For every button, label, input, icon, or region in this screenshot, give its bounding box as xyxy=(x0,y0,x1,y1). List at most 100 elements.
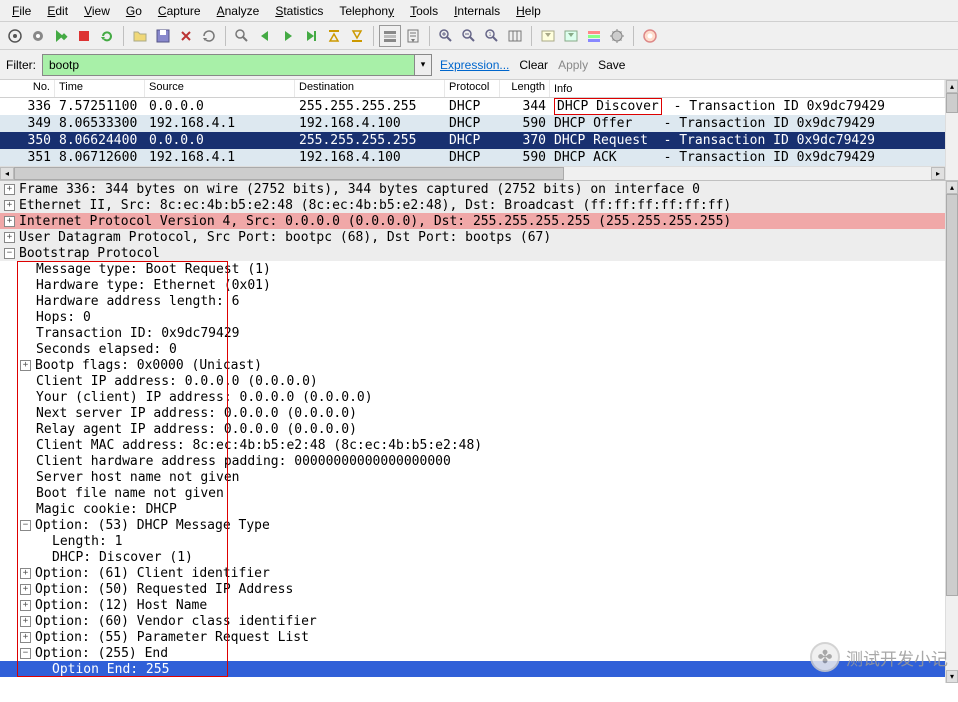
menu-internals[interactable]: Internals xyxy=(446,2,508,20)
menu-help[interactable]: Help xyxy=(508,2,549,20)
expand-icon[interactable]: + xyxy=(4,216,15,227)
col-header-info[interactable]: Info xyxy=(550,80,945,97)
expand-icon[interactable]: + xyxy=(4,184,15,195)
col-header-time[interactable]: Time xyxy=(55,80,145,97)
detail-line[interactable]: Hops: 0 xyxy=(0,309,945,325)
scroll-down-icon[interactable]: ▾ xyxy=(946,670,958,683)
stop-capture-icon[interactable] xyxy=(73,25,95,47)
zoom-out-icon[interactable] xyxy=(458,25,480,47)
menu-file[interactable]: File xyxy=(4,2,39,20)
detail-line[interactable]: Length: 1 xyxy=(0,533,945,549)
go-first-icon[interactable] xyxy=(323,25,345,47)
detail-line[interactable]: −Option: (255) End xyxy=(0,645,945,661)
coloring-rules-icon[interactable] xyxy=(583,25,605,47)
packet-row[interactable]: 3498.06533300192.168.4.1192.168.4.100DHC… xyxy=(0,115,945,132)
packet-row[interactable]: 3508.066244000.0.0.0255.255.255.255DHCP3… xyxy=(0,132,945,149)
detail-line[interactable]: −Bootstrap Protocol xyxy=(0,245,945,261)
collapse-icon[interactable]: − xyxy=(20,520,31,531)
go-last-icon[interactable] xyxy=(346,25,368,47)
close-file-icon[interactable] xyxy=(175,25,197,47)
detail-line[interactable]: Hardware address length: 6 xyxy=(0,293,945,309)
menu-capture[interactable]: Capture xyxy=(150,2,209,20)
menu-telephony[interactable]: Telephony xyxy=(331,2,402,20)
detail-line[interactable]: Relay agent IP address: 0.0.0.0 (0.0.0.0… xyxy=(0,421,945,437)
menu-view[interactable]: View xyxy=(76,2,118,20)
filter-expression-link[interactable]: Expression... xyxy=(438,58,511,72)
col-header-destination[interactable]: Destination xyxy=(295,80,445,97)
packet-list-hscroll[interactable]: ◂ ▸ xyxy=(0,166,958,180)
detail-line[interactable]: +Bootp flags: 0x0000 (Unicast) xyxy=(0,357,945,373)
filter-clear-button[interactable]: Clear xyxy=(517,58,550,72)
colorize-icon[interactable] xyxy=(379,25,401,47)
help-icon[interactable] xyxy=(639,25,661,47)
capture-filters-icon[interactable] xyxy=(537,25,559,47)
zoom-in-icon[interactable] xyxy=(435,25,457,47)
go-back-icon[interactable] xyxy=(254,25,276,47)
resize-columns-icon[interactable] xyxy=(504,25,526,47)
go-forward-icon[interactable] xyxy=(277,25,299,47)
restart-capture-icon[interactable] xyxy=(96,25,118,47)
options-icon[interactable] xyxy=(27,25,49,47)
open-file-icon[interactable] xyxy=(129,25,151,47)
reload-icon[interactable] xyxy=(198,25,220,47)
expand-icon[interactable]: + xyxy=(4,232,15,243)
expand-icon[interactable]: + xyxy=(20,632,31,643)
menu-go[interactable]: Go xyxy=(118,2,150,20)
start-capture-icon[interactable] xyxy=(50,25,72,47)
col-header-length[interactable]: Length xyxy=(500,80,550,97)
menu-tools[interactable]: Tools xyxy=(402,2,446,20)
preferences-icon[interactable] xyxy=(606,25,628,47)
filter-dropdown-icon[interactable]: ▾ xyxy=(414,54,432,76)
detail-line[interactable]: Client MAC address: 8c:ec:4b:b5:e2:48 (8… xyxy=(0,437,945,453)
col-header-no[interactable]: No. xyxy=(0,80,55,97)
detail-line[interactable]: Magic cookie: DHCP xyxy=(0,501,945,517)
menu-analyze[interactable]: Analyze xyxy=(209,2,268,20)
details-vscroll[interactable]: ▴ ▾ xyxy=(945,181,958,683)
expand-icon[interactable]: + xyxy=(20,600,31,611)
hscroll-left-icon[interactable]: ◂ xyxy=(0,167,14,180)
detail-line[interactable]: Option End: 255 xyxy=(0,661,945,677)
detail-line[interactable]: Transaction ID: 0x9dc79429 xyxy=(0,325,945,341)
packet-list-vscroll[interactable]: ▴ xyxy=(945,80,958,180)
expand-icon[interactable]: + xyxy=(4,200,15,211)
find-packet-icon[interactable] xyxy=(231,25,253,47)
packet-row[interactable]: 3367.572511000.0.0.0255.255.255.255DHCP3… xyxy=(0,98,945,115)
col-header-source[interactable]: Source xyxy=(145,80,295,97)
filter-input[interactable] xyxy=(42,54,414,76)
detail-line[interactable]: Hardware type: Ethernet (0x01) xyxy=(0,277,945,293)
scroll-up-icon[interactable]: ▴ xyxy=(946,181,958,194)
interfaces-icon[interactable] xyxy=(4,25,26,47)
collapse-icon[interactable]: − xyxy=(4,248,15,259)
expand-icon[interactable]: + xyxy=(20,584,31,595)
detail-line[interactable]: Boot file name not given xyxy=(0,485,945,501)
detail-line[interactable]: −Option: (53) DHCP Message Type xyxy=(0,517,945,533)
detail-line[interactable]: +Frame 336: 344 bytes on wire (2752 bits… xyxy=(0,181,945,197)
detail-line[interactable]: Your (client) IP address: 0.0.0.0 (0.0.0… xyxy=(0,389,945,405)
detail-line[interactable]: +Option: (12) Host Name xyxy=(0,597,945,613)
detail-line[interactable]: +Option: (55) Parameter Request List xyxy=(0,629,945,645)
detail-line[interactable]: +User Datagram Protocol, Src Port: bootp… xyxy=(0,229,945,245)
menu-edit[interactable]: Edit xyxy=(39,2,76,20)
collapse-icon[interactable]: − xyxy=(20,648,31,659)
expand-icon[interactable]: + xyxy=(20,568,31,579)
save-file-icon[interactable] xyxy=(152,25,174,47)
detail-line[interactable]: Seconds elapsed: 0 xyxy=(0,341,945,357)
expand-icon[interactable]: + xyxy=(20,360,31,371)
hscroll-thumb[interactable] xyxy=(14,167,564,180)
filter-apply-button[interactable]: Apply xyxy=(556,58,590,72)
detail-line[interactable]: +Option: (60) Vendor class identifier xyxy=(0,613,945,629)
scroll-up-icon[interactable]: ▴ xyxy=(946,80,958,93)
detail-line[interactable]: DHCP: Discover (1) xyxy=(0,549,945,565)
detail-line[interactable]: +Internet Protocol Version 4, Src: 0.0.0… xyxy=(0,213,945,229)
scroll-thumb[interactable] xyxy=(946,93,958,113)
detail-line[interactable]: +Option: (50) Requested IP Address xyxy=(0,581,945,597)
detail-line[interactable]: +Ethernet II, Src: 8c:ec:4b:b5:e2:48 (8c… xyxy=(0,197,945,213)
col-header-protocol[interactable]: Protocol xyxy=(445,80,500,97)
auto-scroll-icon[interactable] xyxy=(402,25,424,47)
detail-line[interactable]: Server host name not given xyxy=(0,469,945,485)
display-filters-icon[interactable] xyxy=(560,25,582,47)
zoom-100-icon[interactable]: 1 xyxy=(481,25,503,47)
detail-line[interactable]: +Option: (61) Client identifier xyxy=(0,565,945,581)
detail-line[interactable]: Client hardware address padding: 0000000… xyxy=(0,453,945,469)
filter-save-button[interactable]: Save xyxy=(596,58,627,72)
